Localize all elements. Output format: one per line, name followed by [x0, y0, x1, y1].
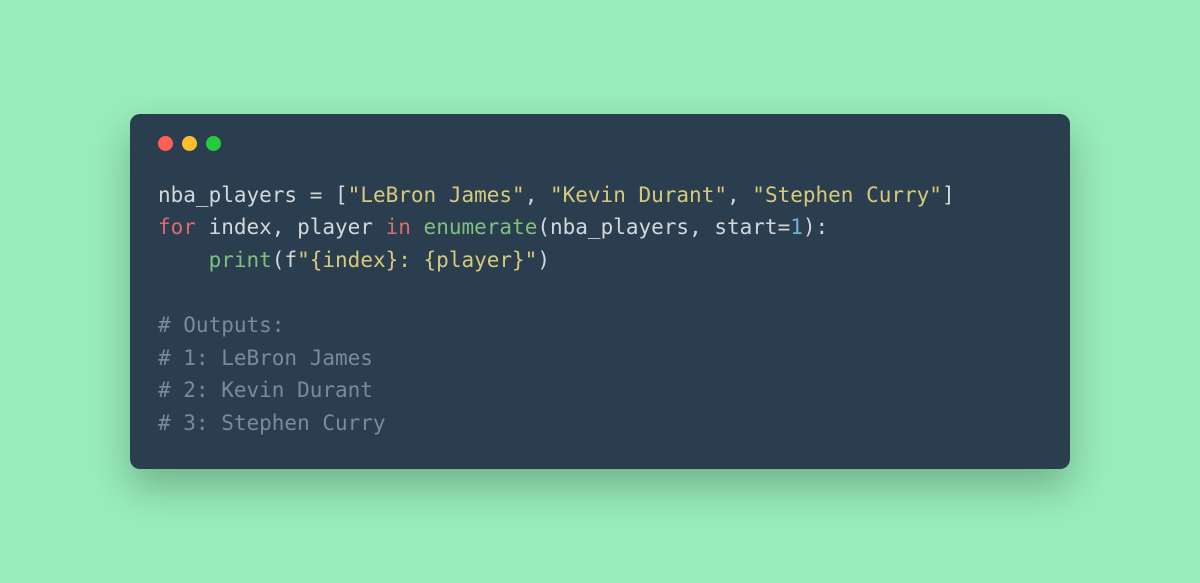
code-token: # 3: Stephen Curry — [158, 411, 386, 435]
code-token: enumerate — [424, 215, 538, 239]
code-token: , — [727, 183, 752, 207]
code-token: # 2: Kevin Durant — [158, 378, 373, 402]
code-token: in — [386, 215, 411, 239]
code-token: ( — [272, 248, 285, 272]
code-token: "Kevin Durant" — [550, 183, 727, 207]
code-token: 1 — [790, 215, 803, 239]
code-line: # Outputs: — [158, 309, 1042, 342]
code-token: print — [209, 248, 272, 272]
minimize-icon[interactable] — [182, 136, 197, 151]
code-token: nba_players, start= — [550, 215, 790, 239]
code-line: # 2: Kevin Durant — [158, 374, 1042, 407]
code-token: for — [158, 215, 196, 239]
code-token: ] — [942, 183, 955, 207]
code-token — [158, 280, 171, 304]
code-token: "Stephen Curry" — [752, 183, 942, 207]
code-line — [158, 276, 1042, 309]
code-token: f — [284, 248, 297, 272]
code-token — [158, 248, 209, 272]
code-token: index, player — [196, 215, 386, 239]
code-token: = — [310, 183, 335, 207]
code-line: nba_players = ["LeBron James", "Kevin Du… — [158, 179, 1042, 212]
code-token: "LeBron James" — [348, 183, 525, 207]
code-token: , — [525, 183, 550, 207]
code-window: nba_players = ["LeBron James", "Kevin Du… — [130, 114, 1070, 469]
code-token: [ — [335, 183, 348, 207]
code-token: : — [816, 215, 829, 239]
code-token: # 1: LeBron James — [158, 346, 373, 370]
code-line: for index, player in enumerate(nba_playe… — [158, 211, 1042, 244]
code-block: nba_players = ["LeBron James", "Kevin Du… — [158, 179, 1042, 439]
code-token: # Outputs: — [158, 313, 284, 337]
code-token: ( — [537, 215, 550, 239]
maximize-icon[interactable] — [206, 136, 221, 151]
traffic-lights — [158, 136, 1042, 151]
code-line: print(f"{index}: {player}") — [158, 244, 1042, 277]
close-icon[interactable] — [158, 136, 173, 151]
code-token: ) — [537, 248, 550, 272]
code-token: nba_players — [158, 183, 310, 207]
code-token: ) — [803, 215, 816, 239]
code-token: "{index}: {player}" — [297, 248, 537, 272]
code-line: # 1: LeBron James — [158, 342, 1042, 375]
code-line: # 3: Stephen Curry — [158, 407, 1042, 440]
code-token — [411, 215, 424, 239]
